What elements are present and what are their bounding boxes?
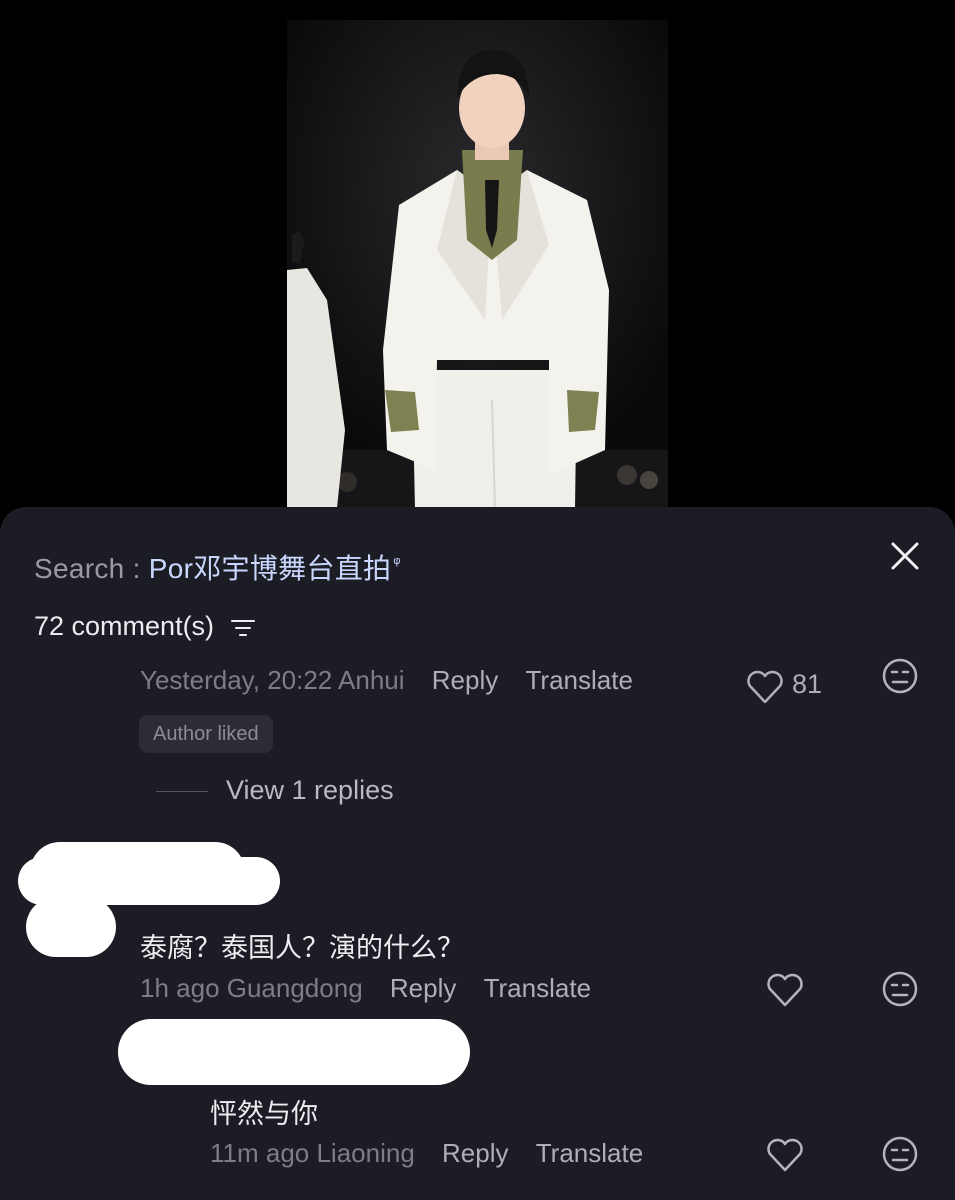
comment-1-translate-button[interactable]: Translate: [526, 665, 633, 695]
redacted-reply-username: [118, 1019, 470, 1085]
comment-2-reply-button[interactable]: Reply: [390, 973, 456, 1003]
comment-2-reaction-emoji-icon[interactable]: [881, 970, 919, 1008]
comment-2-like-icon[interactable]: [765, 972, 805, 1008]
comment-3-reply-button[interactable]: Reply: [442, 1138, 508, 1168]
video-frame-image: [287, 20, 668, 508]
close-icon[interactable]: [884, 535, 926, 577]
sort-icon[interactable]: [230, 617, 256, 639]
search-term-link[interactable]: Por邓宇博舞台直拍: [149, 553, 392, 584]
comment-1-like-count: 81: [792, 669, 823, 699]
comments-count: 72 comment(s): [34, 611, 215, 641]
comment-1-reply-button[interactable]: Reply: [432, 665, 498, 695]
comment-2-time-location: 1h ago Guangdong: [140, 973, 363, 1003]
comment-3-like-icon[interactable]: [765, 1137, 805, 1173]
comment-2-meta: 1h ago Guangdong Reply Translate: [140, 973, 591, 1004]
view-replies-label: View 1 replies: [226, 775, 394, 805]
comment-3-time-location: 11m ago Liaoning: [210, 1138, 415, 1168]
redacted-avatar-part: [26, 897, 116, 957]
comments-sheet: Search : Por邓宇博舞台直拍 ᵠ 72 comment(s) Yeste…: [0, 507, 955, 1200]
search-suggestion[interactable]: Search : Por邓宇博舞台直拍 ᵠ: [34, 547, 401, 587]
comment-1-time-location: Yesterday, 20:22 Anhui: [140, 665, 405, 695]
comment-1-like-icon[interactable]: [745, 669, 785, 703]
comment-3-translate-button[interactable]: Translate: [536, 1138, 643, 1168]
search-label: Search :: [34, 553, 149, 584]
comment-1-meta: Yesterday, 20:22 Anhui Reply Translate: [140, 665, 633, 696]
search-icon[interactable]: ᵠ: [393, 555, 400, 572]
comment-3-meta: 11m ago Liaoning Reply Translate: [210, 1138, 643, 1169]
comment-1-reaction-emoji-icon[interactable]: [881, 657, 919, 695]
author-liked-badge: Author liked: [139, 715, 273, 753]
comment-1-meta-clip: Yesterday, 20:22 Anhui Reply Translate 8…: [0, 657, 955, 703]
comment-2-text: 泰腐？泰国人？演的什么？: [140, 933, 464, 963]
view-replies-divider: [156, 791, 208, 793]
comments-count-row: 72 comment(s): [34, 611, 256, 642]
view-replies-button[interactable]: View 1 replies: [156, 775, 394, 806]
comment-3-text: 怦然与你: [210, 1099, 318, 1129]
video-player[interactable]: [287, 20, 668, 508]
comment-2-translate-button[interactable]: Translate: [484, 973, 591, 1003]
comment-3-reaction-emoji-icon[interactable]: [881, 1135, 919, 1173]
